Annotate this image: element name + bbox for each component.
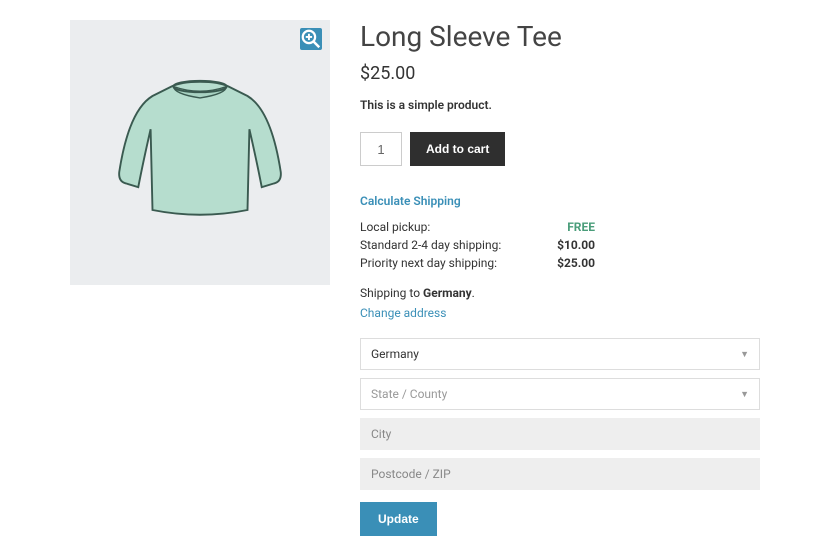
shipping-row: Priority next day shipping:$25.00 xyxy=(360,254,595,272)
shipping-to-text: Shipping to Germany. xyxy=(360,286,760,300)
state-select[interactable]: State / County ▼ xyxy=(360,378,760,410)
shipping-row: Standard 2-4 day shipping:$10.00 xyxy=(360,236,595,254)
product-image[interactable] xyxy=(70,20,330,285)
country-select[interactable]: Germany ▼ xyxy=(360,338,760,370)
zoom-icon[interactable] xyxy=(300,28,322,50)
product-price: $25.00 xyxy=(360,63,760,84)
shipping-row: Local pickup:FREE xyxy=(360,218,595,236)
update-button[interactable]: Update xyxy=(360,502,437,536)
product-title: Long Sleeve Tee xyxy=(360,20,760,53)
calculate-shipping-link[interactable]: Calculate Shipping xyxy=(360,194,461,208)
chevron-down-icon: ▼ xyxy=(740,349,749,360)
change-address-link[interactable]: Change address xyxy=(360,306,446,320)
tshirt-illustration xyxy=(105,58,295,248)
shipping-rates: Local pickup:FREEStandard 2-4 day shippi… xyxy=(360,218,595,272)
chevron-down-icon: ▼ xyxy=(740,389,749,400)
city-input[interactable]: City xyxy=(360,418,760,450)
postcode-input[interactable]: Postcode / ZIP xyxy=(360,458,760,490)
add-to-cart-button[interactable]: Add to cart xyxy=(410,132,505,166)
product-description: This is a simple product. xyxy=(360,98,760,112)
quantity-input[interactable] xyxy=(360,132,402,166)
